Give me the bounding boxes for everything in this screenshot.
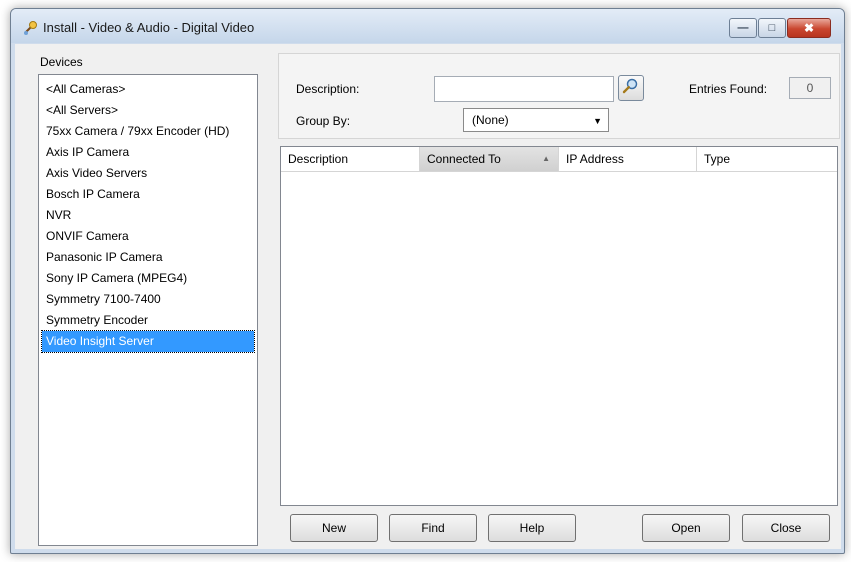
device-type-list[interactable]: <All Cameras> <All Servers> 75xx Camera … bbox=[38, 74, 258, 546]
device-item-selected[interactable]: Video Insight Server bbox=[41, 330, 255, 353]
device-item[interactable]: Axis IP Camera bbox=[42, 142, 254, 163]
find-button[interactable]: Find bbox=[389, 514, 477, 542]
entries-found-label: Entries Found: bbox=[689, 82, 768, 96]
open-button[interactable]: Open bbox=[642, 514, 730, 542]
search-button[interactable] bbox=[618, 75, 644, 101]
column-header-ip-address[interactable]: IP Address bbox=[559, 147, 697, 171]
device-item[interactable]: Sony IP Camera (MPEG4) bbox=[42, 268, 254, 289]
devices-group-label: Devices bbox=[40, 55, 83, 69]
group-by-label: Group By: bbox=[296, 114, 351, 128]
minimize-button[interactable]: — bbox=[729, 18, 757, 38]
group-by-select[interactable]: (None) ▼ bbox=[463, 108, 609, 132]
maximize-button[interactable]: □ bbox=[758, 18, 786, 38]
new-button[interactable]: New bbox=[290, 514, 378, 542]
device-item[interactable]: <All Cameras> bbox=[42, 79, 254, 100]
device-grid[interactable]: Description Connected To ▲ IP Address Ty… bbox=[280, 146, 838, 506]
device-item[interactable]: Symmetry 7100-7400 bbox=[42, 289, 254, 310]
device-item[interactable]: 75xx Camera / 79xx Encoder (HD) bbox=[42, 121, 254, 142]
device-item[interactable]: Axis Video Servers bbox=[42, 163, 254, 184]
column-header-connected-to[interactable]: Connected To ▲ bbox=[420, 147, 559, 171]
minimize-icon: — bbox=[737, 22, 749, 34]
close-icon: ✖ bbox=[803, 21, 815, 35]
grid-header: Description Connected To ▲ IP Address Ty… bbox=[281, 147, 837, 172]
device-item[interactable]: NVR bbox=[42, 205, 254, 226]
sort-ascending-icon: ▲ bbox=[542, 154, 550, 163]
column-header-description[interactable]: Description bbox=[281, 147, 420, 171]
chevron-down-icon: ▼ bbox=[593, 116, 602, 126]
maximize-icon: □ bbox=[768, 22, 776, 34]
device-item[interactable]: Panasonic IP Camera bbox=[42, 247, 254, 268]
column-header-type[interactable]: Type bbox=[697, 147, 835, 171]
close-window-button[interactable]: ✖ bbox=[787, 18, 831, 38]
device-item[interactable]: <All Servers> bbox=[42, 100, 254, 121]
search-icon bbox=[622, 78, 638, 94]
description-input[interactable] bbox=[434, 76, 614, 102]
description-label: Description: bbox=[296, 82, 360, 96]
group-by-value: (None) bbox=[472, 113, 509, 127]
device-item[interactable]: Bosch IP Camera bbox=[42, 184, 254, 205]
window-title: Install - Video & Audio - Digital Video bbox=[43, 20, 255, 35]
device-item[interactable]: ONVIF Camera bbox=[42, 226, 254, 247]
column-header-label: Connected To bbox=[427, 152, 501, 166]
install-window: Install - Video & Audio - Digital Video … bbox=[10, 8, 845, 554]
entries-count: 0 bbox=[789, 77, 831, 99]
close-button[interactable]: Close bbox=[742, 514, 830, 542]
help-button[interactable]: Help bbox=[488, 514, 576, 542]
device-item[interactable]: Symmetry Encoder bbox=[42, 310, 254, 331]
app-icon bbox=[24, 21, 37, 35]
title-bar[interactable]: Install - Video & Audio - Digital Video … bbox=[11, 9, 844, 43]
